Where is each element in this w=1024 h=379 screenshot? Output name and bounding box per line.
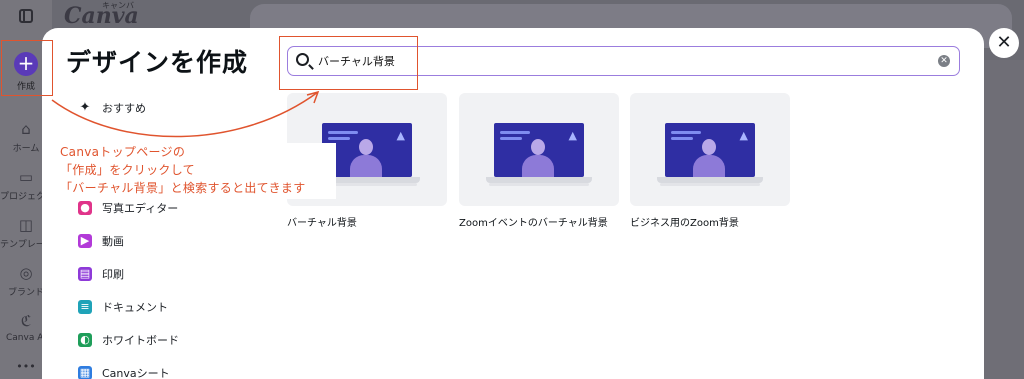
annotation-callout: Canvaトップページの 「作成」をクリックして 「バーチャル背景」と検索すると… — [56, 143, 336, 199]
annotation-line: 「バーチャル背景」と検索すると出てきます — [60, 181, 306, 195]
annotation-line: Canvaトップページの — [60, 145, 186, 159]
annotation-line: 「作成」をクリックして — [60, 163, 195, 177]
